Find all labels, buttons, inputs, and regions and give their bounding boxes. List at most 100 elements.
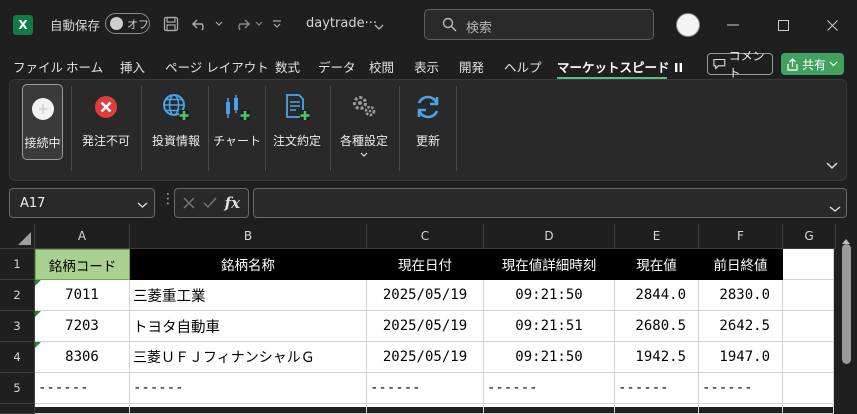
cell-e1[interactable]: 現在値 (615, 249, 699, 280)
row-header[interactable]: 5 (0, 373, 35, 404)
row-header[interactable]: 4 (0, 342, 35, 373)
column-header[interactable]: D (484, 224, 615, 249)
file-name[interactable]: daytrade··· (306, 16, 377, 31)
redo-dropdown-chevron-icon[interactable] (253, 13, 265, 35)
cell-d4[interactable]: 09:21:50 (484, 342, 615, 373)
enter-check-icon[interactable] (203, 197, 217, 209)
investment-info-button[interactable]: 投資情報 (148, 83, 204, 163)
tab-view[interactable]: 表示 (414, 57, 439, 76)
name-box[interactable]: A17 (9, 188, 155, 218)
column-header[interactable]: A (35, 224, 130, 249)
cell-b2[interactable]: 三菱重工業 (130, 280, 367, 311)
cell-f6[interactable] (699, 404, 783, 414)
undo-icon[interactable] (189, 13, 213, 35)
close-icon[interactable] (818, 12, 846, 38)
column-header[interactable]: C (367, 224, 484, 249)
cell-b1[interactable]: 銘柄名称 (130, 249, 367, 280)
row-header[interactable]: 2 (0, 280, 35, 311)
cell-b6[interactable] (130, 404, 367, 414)
cell-c1[interactable]: 現在日付 (367, 249, 484, 280)
tab-marketspeed[interactable]: マーケットスピード II (557, 57, 683, 76)
name-box-chevron-down-icon[interactable] (137, 198, 148, 213)
cell-b4[interactable]: 三菱ＵＦＪフィナンシャルＧ (130, 342, 367, 373)
cell-c3[interactable]: 2025/05/19 (367, 311, 484, 342)
maximize-icon[interactable] (769, 12, 797, 38)
collapse-ribbon-chevron-icon[interactable] (826, 155, 838, 174)
undo-dropdown-chevron-icon[interactable] (213, 13, 225, 35)
cell-a2[interactable]: 7011 (35, 280, 130, 311)
cell-d6[interactable] (484, 404, 615, 414)
cell-c4[interactable]: 2025/05/19 (367, 342, 484, 373)
column-header[interactable]: B (130, 224, 367, 249)
more-options-icon[interactable]: ⋮ (161, 191, 175, 207)
cell-f1[interactable]: 前日終値 (699, 249, 783, 280)
chart-button[interactable]: チャート (213, 83, 261, 163)
row-header[interactable] (0, 404, 35, 414)
cell-b3[interactable]: トヨタ自動車 (130, 311, 367, 342)
cell-e2[interactable]: 2844.0 (615, 280, 699, 311)
refresh-button[interactable]: 更新 (408, 83, 448, 163)
row-header[interactable]: 3 (0, 311, 35, 342)
autosave-toggle[interactable]: オフ (105, 13, 150, 34)
settings-button[interactable]: 各種設定 (336, 83, 392, 163)
cell-b5[interactable]: ------ (130, 373, 367, 404)
cell-f2[interactable]: 2830.0 (699, 280, 783, 311)
cell-f5[interactable]: ------ (699, 373, 783, 404)
redo-icon[interactable] (229, 13, 253, 35)
cell-f4[interactable]: 1947.0 (699, 342, 783, 373)
cell-a6[interactable] (35, 404, 130, 414)
share-button[interactable]: 共有 (781, 53, 844, 75)
avatar[interactable] (676, 13, 700, 37)
cell-e4[interactable]: 1942.5 (615, 342, 699, 373)
expand-formula-chevron-icon[interactable] (829, 198, 841, 217)
tab-formulas[interactable]: 数式 (275, 57, 300, 76)
vertical-scrollbar[interactable] (836, 224, 857, 407)
tab-file[interactable]: ファイル (13, 57, 63, 76)
connection-button[interactable]: 接続中 (22, 84, 63, 160)
customize-toolbar-icon[interactable] (270, 13, 284, 35)
cell-a1[interactable]: 銘柄コード (35, 249, 130, 280)
insert-function-icon[interactable]: fx (225, 194, 240, 212)
cell-e6[interactable] (615, 404, 699, 414)
tab-help[interactable]: ヘルプ (504, 57, 542, 76)
cell-d3[interactable]: 09:21:51 (484, 311, 615, 342)
save-icon[interactable] (160, 13, 182, 35)
tab-review[interactable]: 校閲 (369, 57, 394, 76)
cell-g6[interactable] (783, 404, 834, 414)
cancel-icon[interactable] (183, 197, 195, 209)
column-header[interactable]: G (783, 224, 836, 249)
tab-developer[interactable]: 開発 (459, 57, 484, 76)
order-execution-button[interactable]: 注文約定 (269, 83, 325, 163)
cell-c5[interactable]: ------ (367, 373, 484, 404)
cell-d1[interactable]: 現在値詳細時刻 (484, 249, 615, 280)
scrollbar-thumb[interactable] (842, 244, 851, 364)
tab-data[interactable]: データ (318, 57, 356, 76)
cell-d2[interactable]: 09:21:50 (484, 280, 615, 311)
tab-home[interactable]: ホーム (66, 57, 103, 76)
cell-d5[interactable]: ------ (484, 373, 615, 404)
cell-e3[interactable]: 2680.5 (615, 311, 699, 342)
order-disabled-button[interactable]: 発注不可 (78, 83, 134, 163)
cell-g1[interactable] (783, 249, 834, 280)
cell-c6[interactable] (367, 404, 484, 414)
cell-g4[interactable] (783, 342, 834, 373)
formula-input[interactable] (253, 188, 847, 218)
cell-a4[interactable]: 8306 (35, 342, 130, 373)
cell-g2[interactable] (783, 280, 834, 311)
cell-g5[interactable] (783, 373, 834, 404)
cell-a5[interactable]: ------ (35, 373, 130, 404)
file-name-chevron-down-icon[interactable] (374, 16, 384, 35)
cell-g3[interactable] (783, 311, 834, 342)
comments-button[interactable]: コメント (707, 49, 773, 80)
minimize-icon[interactable] (719, 12, 747, 38)
cell-e5[interactable]: ------ (615, 373, 699, 404)
tab-insert[interactable]: 挿入 (120, 57, 145, 76)
search-box[interactable]: 検索 (424, 9, 654, 40)
column-header[interactable]: F (699, 224, 783, 249)
select-all-button[interactable] (0, 224, 35, 249)
row-header[interactable]: 1 (0, 249, 35, 280)
cell-a3[interactable]: 7203 (35, 311, 130, 342)
column-header[interactable]: E (615, 224, 699, 249)
cell-f3[interactable]: 2642.5 (699, 311, 783, 342)
cell-c2[interactable]: 2025/05/19 (367, 280, 484, 311)
